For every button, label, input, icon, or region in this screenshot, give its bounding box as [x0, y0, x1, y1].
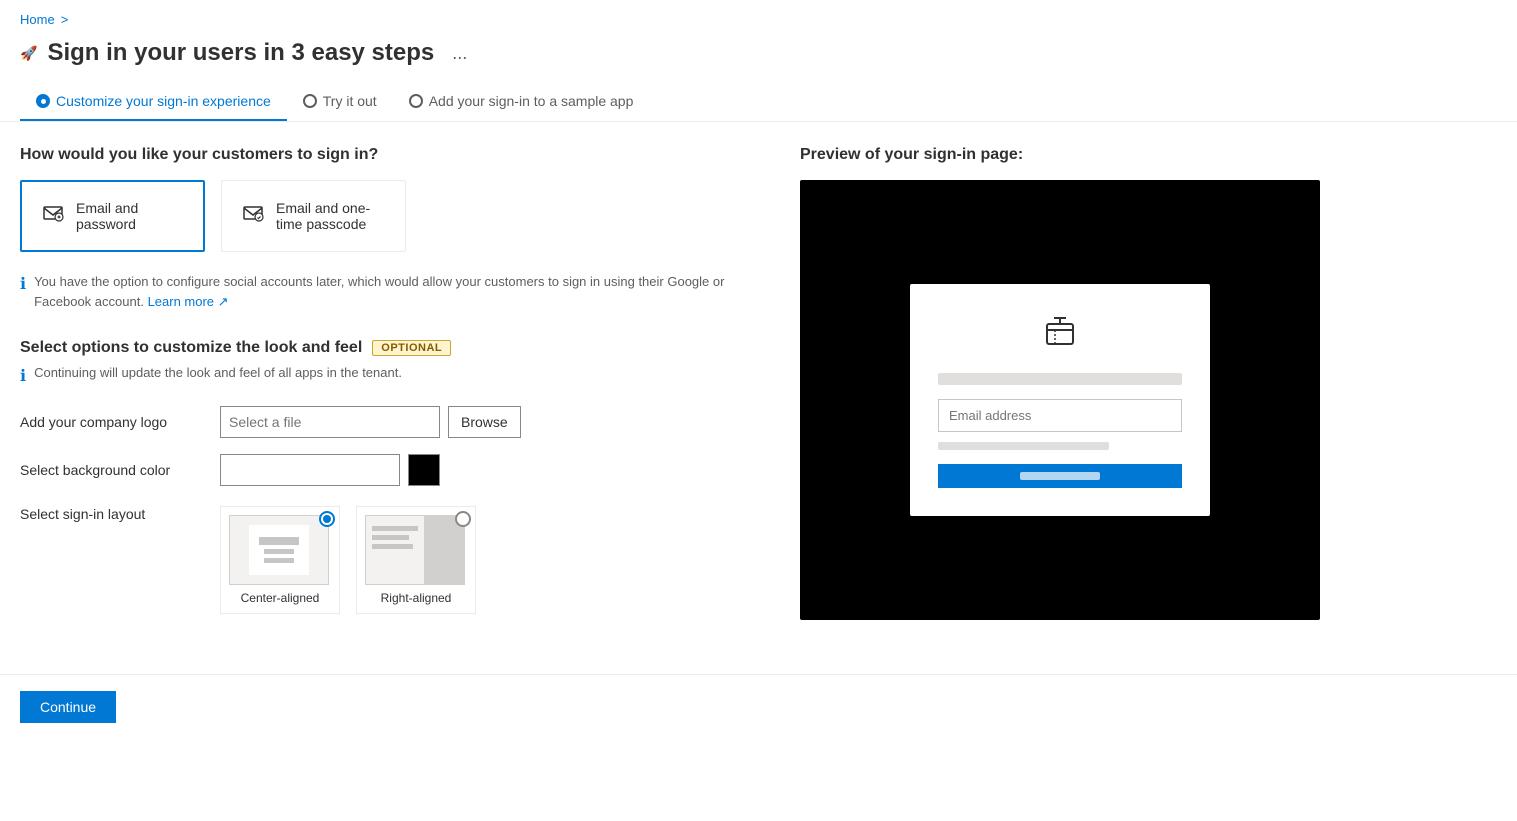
layout-center-radio: [319, 511, 335, 527]
browse-button[interactable]: Browse: [448, 406, 521, 438]
email-password-label: Email and password: [76, 200, 183, 232]
preview-signin-button: [938, 464, 1182, 488]
center-box-2: [264, 549, 294, 554]
tab-sample-label: Add your sign-in to a sample app: [429, 93, 634, 109]
signin-section-title: How would you like your customers to sig…: [20, 146, 760, 164]
preview-card: [910, 284, 1210, 516]
tab-customize-label: Customize your sign-in experience: [56, 93, 271, 109]
breadcrumb: Home >: [0, 0, 1517, 31]
email-otp-label: Email and one-time passcode: [276, 200, 385, 232]
logo-label: Add your company logo: [20, 414, 220, 430]
info-text: You have the option to configure social …: [34, 272, 760, 311]
customize-section-title: Select options to customize the look and…: [20, 339, 362, 357]
signin-option-email-otp[interactable]: Email and one-time passcode: [221, 180, 406, 252]
right-layout-sidebar: [424, 516, 464, 584]
logo-row: Add your company logo Browse: [20, 406, 760, 438]
more-options-icon[interactable]: ...: [452, 43, 467, 64]
signin-info-box: ℹ You have the option to configure socia…: [20, 272, 760, 311]
tabs-container: Customize your sign-in experience Try it…: [0, 83, 1517, 122]
tab-customize[interactable]: Customize your sign-in experience: [20, 83, 287, 121]
learn-more-link[interactable]: Learn more ↗: [148, 294, 229, 309]
layout-center-label: Center-aligned: [229, 591, 331, 605]
tab-sample[interactable]: Add your sign-in to a sample app: [393, 83, 650, 121]
layout-option-right[interactable]: Right-aligned: [356, 506, 476, 614]
layout-options: Center-aligned Right-aligned: [220, 506, 476, 614]
layout-center-preview: [229, 515, 329, 585]
email-password-icon: [42, 202, 64, 230]
right-line-3: [372, 544, 413, 549]
layout-right-preview: [365, 515, 465, 585]
page-emoji: 🚀: [20, 45, 37, 62]
layout-row: Select sign-in layout Center-aligned: [20, 502, 760, 614]
box-icon: [1042, 314, 1078, 350]
preview-title: Preview of your sign-in page:: [800, 146, 1340, 164]
page-title: Sign in your users in 3 easy steps: [47, 39, 434, 67]
layout-label: Select sign-in layout: [20, 502, 220, 522]
layout-option-center[interactable]: Center-aligned: [220, 506, 340, 614]
right-layout-lines: [366, 516, 424, 584]
bg-color-input[interactable]: #000000: [220, 454, 400, 486]
breadcrumb-home[interactable]: Home: [20, 12, 55, 27]
optional-badge: OPTIONAL: [372, 340, 451, 356]
right-panel: Preview of your sign-in page:: [800, 146, 1340, 630]
preview-title-bar: [938, 373, 1182, 385]
right-line-1: [372, 526, 418, 531]
email-otp-icon: [242, 202, 264, 230]
logo-control: Browse: [220, 406, 521, 438]
bg-color-row: Select background color #000000: [20, 454, 760, 486]
logo-file-input[interactable]: [220, 406, 440, 438]
bg-color-label: Select background color: [20, 462, 220, 478]
tab-try[interactable]: Try it out: [287, 83, 393, 121]
preview-button-inner: [1020, 472, 1100, 480]
tab-try-label: Try it out: [323, 93, 377, 109]
preview-box: [800, 180, 1320, 620]
continuing-info-icon: ℹ: [20, 366, 26, 386]
customize-title-row: Select options to customize the look and…: [20, 339, 760, 357]
page-header: 🚀 Sign in your users in 3 easy steps ...: [0, 31, 1517, 83]
continuing-info: ℹ Continuing will update the look and fe…: [20, 365, 760, 386]
layout-right-radio: [455, 511, 471, 527]
center-box-1: [259, 537, 299, 545]
center-box-3: [264, 558, 294, 563]
footer: Continue: [0, 674, 1517, 739]
signin-options: Email and password Email and one-time pa…: [20, 180, 760, 252]
tab-sample-radio: [409, 94, 423, 108]
center-layout-inner: [249, 525, 309, 575]
color-swatch[interactable]: [408, 454, 440, 486]
preview-email-field: [938, 399, 1182, 432]
right-line-2: [372, 535, 409, 540]
signin-option-email-password[interactable]: Email and password: [20, 180, 205, 252]
tab-customize-radio: [36, 94, 50, 108]
preview-logo: [938, 314, 1182, 357]
main-content: How would you like your customers to sig…: [0, 122, 1517, 654]
preview-subtitle-bar: [938, 442, 1109, 450]
left-panel: How would you like your customers to sig…: [20, 146, 760, 630]
external-link-icon: ↗: [218, 294, 229, 309]
bg-color-control: #000000: [220, 454, 440, 486]
continue-button[interactable]: Continue: [20, 691, 116, 723]
info-icon: ℹ: [20, 273, 26, 311]
breadcrumb-chevron: >: [61, 12, 69, 27]
tab-try-radio: [303, 94, 317, 108]
continuing-text: Continuing will update the look and feel…: [34, 365, 402, 386]
layout-right-label: Right-aligned: [365, 591, 467, 605]
